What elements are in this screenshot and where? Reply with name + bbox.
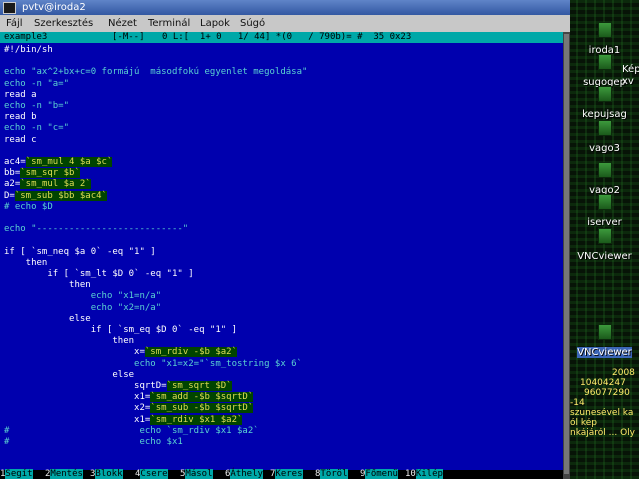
- function-key-label: Töröl: [320, 469, 348, 479]
- function-key-8[interactable]: 8Töröl: [315, 469, 348, 479]
- code-line: # echo `sm_rdiv $x1 $a2`: [4, 425, 259, 436]
- menu-tabs[interactable]: Lapok: [200, 15, 230, 32]
- code-line: bb=`sm_sqr $b`: [4, 168, 80, 179]
- function-key-5[interactable]: 5Másol: [180, 469, 213, 479]
- desktop-icon-vago3[interactable]: vago3: [570, 120, 639, 155]
- computer-icon: [597, 162, 612, 178]
- code-line: echo "x1=n/a": [4, 291, 162, 302]
- code-line: x1=`sm_rdiv $x1 $a2`: [4, 414, 243, 425]
- function-key-label: Keres: [275, 469, 303, 479]
- desktop-icon-vncviewer-2[interactable]: VNCviewer: [570, 324, 639, 359]
- scrollbar[interactable]: [563, 32, 570, 479]
- code-line: # echo $D: [4, 201, 53, 212]
- code-line: a2=`sm_mul $a 2`: [4, 179, 91, 190]
- function-key-number: 10: [405, 469, 416, 479]
- code-line: else: [4, 369, 135, 380]
- function-key-label: Blokk: [95, 469, 123, 479]
- code-line: echo -n "c=": [4, 123, 70, 134]
- code-line: read b: [4, 112, 37, 123]
- function-key-6[interactable]: 6Áthely: [225, 469, 263, 479]
- function-key-label: Főmenü: [365, 469, 398, 479]
- code-line: if [ `sm_neq $a 0` -eq "1" ]: [4, 246, 156, 257]
- code-line: echo "ax^2+bx+c=0 formájú másodfokú egye…: [4, 67, 308, 78]
- code-line: echo "---------------------------": [4, 224, 189, 235]
- code-line: echo "x1=x2="`sm_tostring $x 6`: [4, 358, 303, 369]
- code-line: if [ `sm_lt $D 0` -eq "1" ]: [4, 269, 194, 279]
- editor-status-line: example3 [-M--] 0 L:[ 1+ 0 1/ 44] *(0 / …: [0, 32, 563, 43]
- desktop-side-labels: Kép xv: [622, 64, 639, 88]
- code-line: echo -n "a=": [4, 78, 70, 89]
- desktop-misc-text: 2008 10404247 96077290 -14 szunesével ka…: [570, 368, 636, 438]
- status-filename: example3: [4, 32, 48, 42]
- code-line: x=`sm_rdiv -$b $a2`: [4, 347, 238, 358]
- function-key-7[interactable]: 7Keres: [270, 469, 303, 479]
- computer-icon: [597, 22, 612, 38]
- code-line: ac4=`sm_mul 4 $a $c`: [4, 157, 113, 167]
- terminal-window: pvtv@iroda2 Fájl Szerkesztés Nézet Termi…: [0, 0, 570, 479]
- desktop-icon-iroda1[interactable]: iroda1: [570, 22, 639, 57]
- scrollbar-thumb[interactable]: [564, 34, 569, 474]
- function-key-3[interactable]: 3Blokk: [90, 469, 123, 479]
- function-key-4[interactable]: 4Csere: [135, 469, 168, 479]
- code-line: D=`sm_sub $bb $ac4`: [4, 190, 107, 201]
- function-key-2[interactable]: 2Mentés: [45, 469, 83, 479]
- function-key-label: Áthely: [230, 469, 263, 479]
- desktop-icon-iserver[interactable]: iserver: [570, 194, 639, 229]
- window-title: pvtv@iroda2: [22, 2, 86, 13]
- desktop-icon-vago2[interactable]: vago2: [570, 162, 639, 197]
- code-line: else: [4, 313, 91, 324]
- menu-help[interactable]: Súgó: [240, 15, 265, 32]
- computer-icon: [597, 86, 612, 102]
- vnc-icon: [597, 228, 612, 244]
- function-key-label: Kilép: [415, 469, 443, 479]
- code-line: then: [4, 336, 135, 347]
- function-key-10[interactable]: 10Kilép: [405, 469, 443, 479]
- code-line: read c: [4, 134, 37, 145]
- function-key-label: Másol: [185, 469, 213, 479]
- status-position: 0 L:[ 1+ 0 1/ 44] *(0 / 790b)= # 35 0x23: [162, 32, 412, 42]
- computer-icon: [597, 120, 612, 136]
- function-key-label: Csere: [140, 469, 168, 479]
- desktop-icon-kepujsag[interactable]: kepujsag: [570, 86, 639, 121]
- side-label-xv: xv: [622, 76, 634, 87]
- function-key-9[interactable]: 9Főmenü: [360, 469, 398, 479]
- computer-icon: [597, 54, 612, 70]
- function-key-1[interactable]: 1Segít: [0, 469, 33, 479]
- vnc-icon: [597, 324, 612, 340]
- code-line: x2=`sm_sub -$b $sqrtD`: [4, 403, 254, 414]
- window-titlebar[interactable]: pvtv@iroda2: [0, 0, 570, 15]
- side-label-kep: Kép: [622, 64, 639, 75]
- menu-bar: Fájl Szerkesztés Nézet Terminál Lapok Sú…: [0, 15, 570, 32]
- menu-file[interactable]: Fájl: [6, 15, 23, 32]
- computer-icon: [597, 194, 612, 210]
- function-key-label: Mentés: [50, 469, 83, 479]
- code-line: sqrtD=`sm_sqrt $D`: [4, 381, 232, 391]
- terminal-icon: [3, 2, 16, 14]
- status-mode: [-M--]: [112, 32, 145, 42]
- code-line: #!/bin/sh: [4, 45, 53, 55]
- function-key-label: Segít: [5, 469, 33, 479]
- code-line: x1=`sm_add -$b $sqrtD`: [4, 392, 254, 403]
- code-line: if [ `sm_eq $D 0` -eq "1" ]: [4, 325, 237, 335]
- menu-edit[interactable]: Szerkesztés: [34, 15, 93, 32]
- menu-terminal[interactable]: Terminál: [148, 15, 190, 32]
- menu-view[interactable]: Nézet: [108, 15, 137, 32]
- code-line: then: [4, 280, 91, 291]
- code-line: # echo $x1: [4, 437, 183, 447]
- desktop-icon-vncviewer[interactable]: VNCviewer: [570, 228, 639, 263]
- terminal-area[interactable]: example3 [-M--] 0 L:[ 1+ 0 1/ 44] *(0 / …: [0, 32, 563, 479]
- code-line: echo -n "b=": [4, 101, 70, 111]
- function-key-bar: 1Segít 2Mentés 3Blokk 4Csere 5Másol 6Áthely 7K…: [0, 469, 563, 479]
- code-line: read a: [4, 89, 37, 100]
- code-line: then: [4, 257, 48, 268]
- code-line: echo "x2=n/a": [4, 302, 162, 313]
